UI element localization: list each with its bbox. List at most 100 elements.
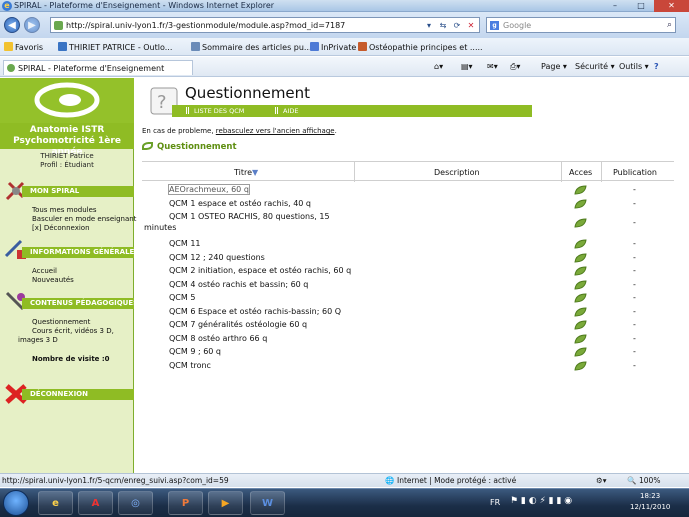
- table-row[interactable]: QCM 12 ; 240 questions -: [142, 252, 674, 265]
- qcm-title-link[interactable]: QCM 6 Espace et ostéo rachis-bassin; 60 …: [169, 307, 341, 316]
- qcm-title-link[interactable]: QCM tronc: [169, 361, 211, 370]
- zoom-icon[interactable]: 🔍: [627, 476, 636, 485]
- link-cours-ecrit[interactable]: Cours écrit, vidéos 3 D,: [32, 327, 114, 336]
- print-icon[interactable]: ⎙▾: [510, 62, 520, 72]
- search-icon[interactable]: ⌕: [667, 20, 672, 30]
- table-row[interactable]: QCM 2 initiation, espace et ostéo rachis…: [142, 265, 674, 278]
- favorite-item-sommaire[interactable]: Sommaire des articles pu...: [191, 42, 312, 52]
- favorites-button[interactable]: Favoris: [4, 42, 43, 52]
- tab-liste-qcm[interactable]: LISTE DES QCM: [194, 107, 244, 115]
- home-icon[interactable]: ⌂▾: [434, 62, 443, 71]
- table-row[interactable]: QCM 11 -: [142, 238, 674, 251]
- access-leaf-icon[interactable]: [574, 266, 588, 276]
- link-mode-enseignant[interactable]: Basculer en mode enseignant: [32, 215, 136, 224]
- access-leaf-icon[interactable]: [574, 306, 588, 317]
- help-icon[interactable]: ?: [654, 62, 659, 71]
- qcm-title-link[interactable]: QCM 1 OSTEO RACHIS, 80 questions, 15: [169, 212, 330, 221]
- link-questionnement[interactable]: Questionnement: [32, 318, 90, 327]
- zoom-level[interactable]: 100%: [639, 476, 660, 485]
- search-box[interactable]: g Google ⌕: [486, 17, 676, 33]
- table-row[interactable]: QCM 6 Espace et ostéo rachis-bassin; 60 …: [142, 306, 674, 319]
- browser-tab[interactable]: SPIRAL - Plateforme d'Enseignement: [3, 60, 193, 75]
- qcm-title-continuation[interactable]: minutes: [144, 223, 176, 232]
- security-menu[interactable]: Sécurité ▾: [575, 62, 615, 71]
- stop-icon[interactable]: ✕: [465, 20, 477, 32]
- mail-icon[interactable]: ✉▾: [487, 62, 498, 71]
- section-deconnexion-button[interactable]: DÉCONNEXION: [22, 389, 134, 400]
- taskbar-word-icon[interactable]: W: [250, 491, 285, 515]
- qcm-title-link[interactable]: QCM 11: [169, 239, 201, 248]
- table-row[interactable]: QCM 8 ostéo arthro 66 q -: [142, 333, 674, 346]
- tab-aide[interactable]: AIDE: [283, 107, 298, 115]
- column-separator: [354, 162, 355, 182]
- favorite-item-inprivate[interactable]: InPrivate: [310, 42, 356, 52]
- table-row[interactable]: QCM 1 espace et ostéo rachis, 40 q -: [142, 198, 674, 211]
- access-leaf-icon[interactable]: [574, 279, 588, 290]
- link-accueil[interactable]: Accueil: [32, 267, 57, 276]
- sidebar: Anatomie ISTR Psychomotricité 1ère année…: [0, 78, 139, 473]
- qcm-title-link[interactable]: QCM 9 ; 60 q: [169, 347, 221, 356]
- access-leaf-icon[interactable]: [574, 252, 588, 263]
- tools-menu[interactable]: Outils ▾: [619, 62, 649, 71]
- compatibility-icon[interactable]: ⇆: [437, 20, 449, 32]
- table-row[interactable]: QCM 4 ostéo rachis et bassin; 60 q -: [142, 279, 674, 292]
- feeds-icon[interactable]: ▤▾: [461, 62, 473, 71]
- qcm-title-link[interactable]: AEOrachmeux, 60 q: [168, 184, 250, 195]
- link-nouveautes[interactable]: Nouveautés: [32, 276, 74, 285]
- forward-button[interactable]: ▶: [24, 17, 40, 33]
- access-leaf-icon[interactable]: [574, 198, 588, 209]
- access-leaf-icon[interactable]: [574, 239, 588, 249]
- qcm-title-link[interactable]: QCM 4 ostéo rachis et bassin; 60 q: [169, 280, 308, 289]
- access-leaf-icon[interactable]: [574, 320, 588, 330]
- table-row[interactable]: AEOrachmeux, 60 q -: [142, 184, 674, 197]
- clock-date[interactable]: 12/11/2010: [630, 503, 670, 511]
- table-row[interactable]: QCM tronc -: [142, 360, 674, 373]
- access-leaf-icon[interactable]: [574, 333, 588, 344]
- link-deconnexion[interactable]: [x] Déconnexion: [32, 224, 90, 233]
- close-button[interactable]: ✕: [654, 0, 689, 12]
- taskbar-acrobat-icon[interactable]: A: [78, 491, 113, 515]
- table-row[interactable]: QCM 1 OSTEO RACHIS, 80 questions, 15 minu…: [142, 211, 674, 235]
- tray-icons[interactable]: ⚑ ▮ ◐ ⚡ ▮ ▮ ◉: [510, 496, 572, 506]
- taskbar-explorer-icon[interactable]: ◎: [118, 491, 153, 515]
- language-indicator[interactable]: FR: [490, 498, 500, 507]
- qcm-title-link[interactable]: QCM 1 espace et ostéo rachis, 40 q: [169, 199, 311, 208]
- qcm-title-link[interactable]: QCM 2 initiation, espace et ostéo rachis…: [169, 266, 351, 275]
- back-button[interactable]: ◀: [4, 17, 20, 33]
- access-leaf-icon[interactable]: [574, 185, 588, 195]
- address-bar[interactable]: http://spiral.univ-lyon1.fr/3-gestionmod…: [50, 17, 480, 33]
- column-titre[interactable]: Titre▼: [234, 168, 258, 177]
- qcm-title-link[interactable]: QCM 12 ; 240 questions: [169, 253, 265, 262]
- security-zone[interactable]: Internet | Mode protégé : activé: [397, 476, 516, 485]
- maximize-button[interactable]: □: [628, 0, 654, 12]
- page-menu[interactable]: Page ▾: [541, 62, 567, 71]
- taskbar-media-icon[interactable]: ▶: [208, 491, 243, 515]
- link-tous-mes-modules[interactable]: Tous mes modules: [32, 206, 97, 215]
- refresh-icon[interactable]: ⟳: [451, 20, 463, 32]
- address-url[interactable]: http://spiral.univ-lyon1.fr/3-gestionmod…: [66, 21, 345, 30]
- minimize-button[interactable]: –: [602, 0, 628, 12]
- sort-down-icon[interactable]: ▼: [252, 168, 258, 177]
- rebasculer-link[interactable]: rebasculez vers l'ancien affichage: [216, 127, 335, 135]
- star-icon: [4, 42, 13, 51]
- access-leaf-icon[interactable]: [574, 293, 588, 303]
- link-images-3d[interactable]: images 3 D: [18, 336, 58, 345]
- qcm-title-link[interactable]: QCM 7 généralités ostéologie 60 q: [169, 320, 307, 329]
- access-leaf-icon[interactable]: [574, 347, 588, 357]
- taskbar-ie-icon[interactable]: e: [38, 491, 73, 515]
- qcm-title-link[interactable]: QCM 8 ostéo arthro 66 q: [169, 334, 267, 343]
- protected-mode-icon[interactable]: ⚙▾: [596, 476, 607, 485]
- favorite-item-outlook[interactable]: THIRIET PATRICE - Outlo...: [58, 42, 172, 52]
- table-row[interactable]: QCM 9 ; 60 q -: [142, 346, 674, 359]
- access-leaf-icon[interactable]: [574, 360, 588, 371]
- table-row[interactable]: QCM 7 généralités ostéologie 60 q -: [142, 319, 674, 332]
- ie-icon: e: [2, 1, 12, 11]
- table-row[interactable]: QCM 5 -: [142, 292, 674, 305]
- favorite-item-osteopathie[interactable]: Ostéopathie principes et .....: [358, 42, 483, 52]
- address-dropdown-icon[interactable]: ▾: [423, 20, 435, 32]
- start-button[interactable]: [3, 490, 29, 516]
- taskbar-powerpoint-icon[interactable]: P: [168, 491, 203, 515]
- qcm-title-link[interactable]: QCM 5: [169, 293, 195, 302]
- clock-time[interactable]: 18:23: [640, 492, 660, 500]
- access-leaf-icon[interactable]: [574, 218, 588, 228]
